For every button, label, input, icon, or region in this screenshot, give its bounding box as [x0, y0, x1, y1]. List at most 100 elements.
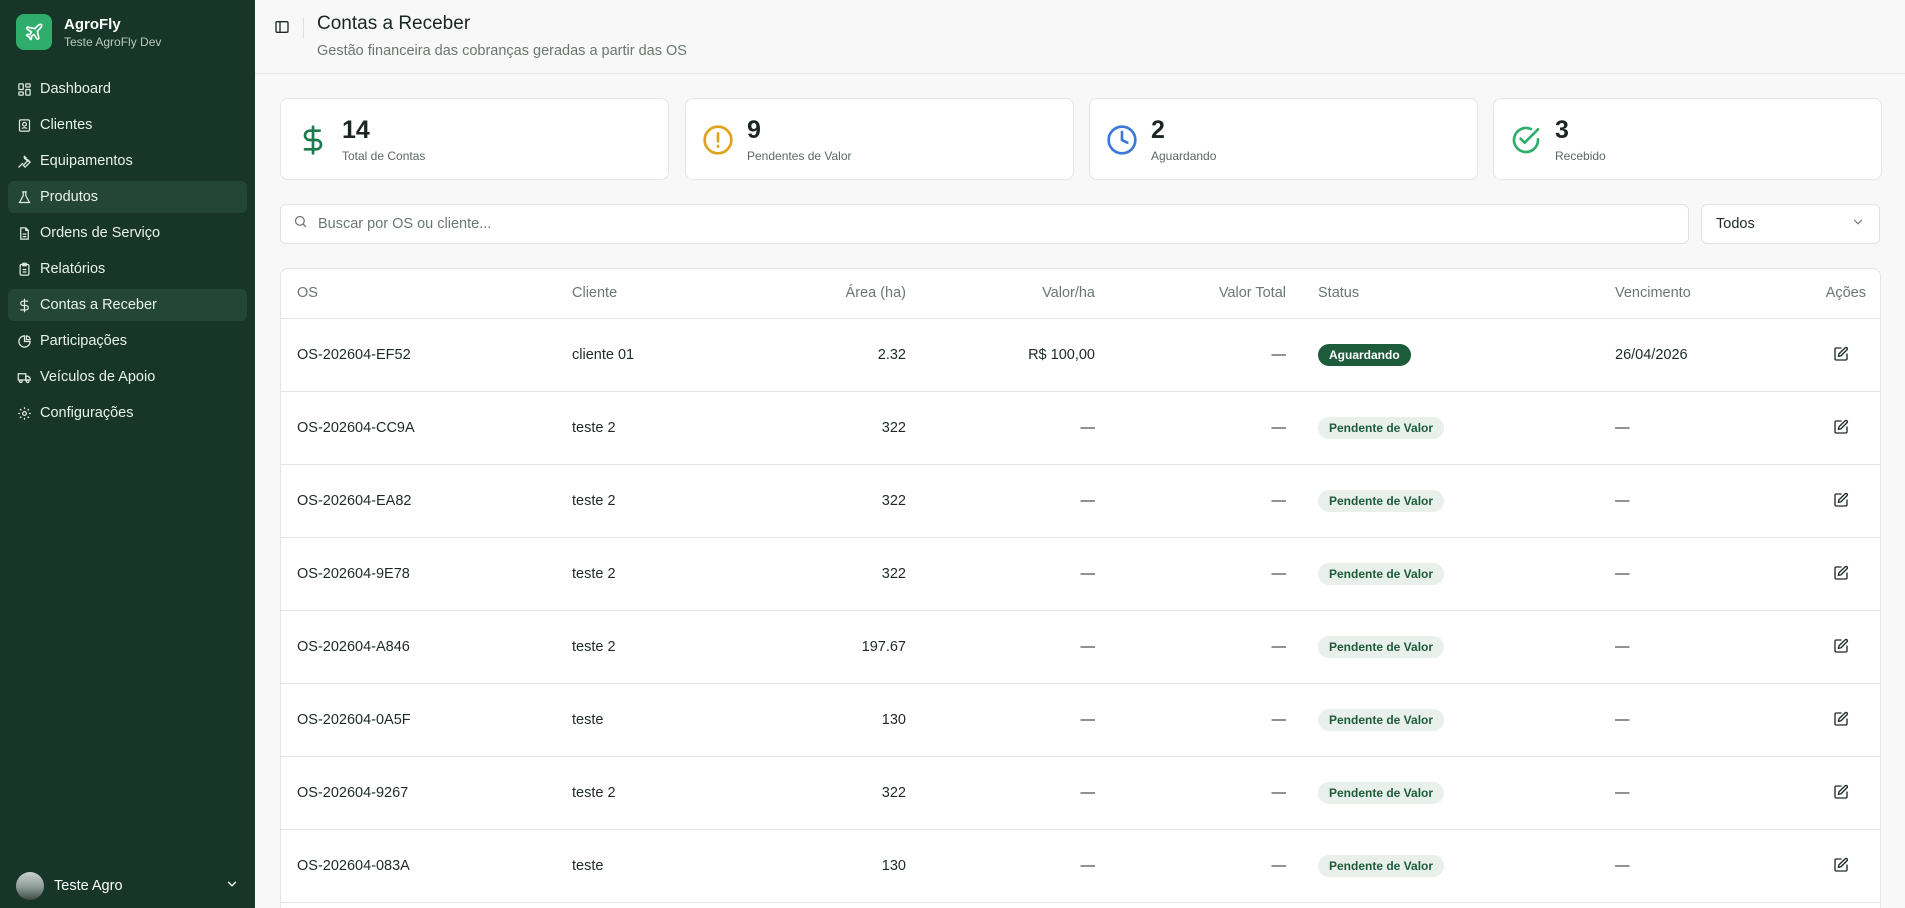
brand[interactable]: AgroFly Teste AgroFly Dev — [0, 0, 255, 64]
cell-status: Pendente de Valor — [1318, 683, 1615, 757]
table-row[interactable]: OS-202604-9E78 teste 2 322— — Pendente de Va… — [281, 537, 1880, 611]
page-header: Contas a Receber Gestão financeira das c… — [255, 0, 1905, 74]
dollar-icon — [297, 124, 329, 156]
cell-area: 2.32 — [765, 318, 906, 392]
col-header-valor-ha[interactable]: Valor/ha — [906, 269, 1095, 319]
status-filter-value: Todos — [1716, 216, 1755, 232]
cell-os: OS-202604-EA82 — [281, 464, 572, 538]
cell-os: OS-202604-083A — [281, 829, 572, 903]
chevron-down-icon — [225, 877, 239, 896]
table-row[interactable]: OS-202604-CC9A teste 2 322— — Pendente de Va… — [281, 391, 1880, 465]
table-row[interactable]: OS-202604-EF52 cliente 01 2.32 R$ 100,00— Ag… — [281, 318, 1880, 392]
sidebar-item-ordens-de-servico[interactable]: Ordens de Serviço — [8, 217, 247, 249]
cell-status: Pendente de Valor — [1318, 756, 1615, 830]
sidebar-item-label: Contas a Receber — [40, 297, 157, 313]
cell-spacer — [1286, 829, 1318, 903]
cell-cliente: teste 2 — [572, 464, 765, 538]
cell-area: 322 — [765, 391, 906, 465]
table-row[interactable]: OS-202604-9267 teste 2 322— — Pendente de Va… — [281, 756, 1880, 830]
col-header-status[interactable]: Status — [1318, 269, 1615, 319]
edit-icon[interactable] — [1830, 635, 1852, 657]
col-header-cliente[interactable]: Cliente — [572, 269, 765, 319]
cell-spacer — [1286, 683, 1318, 757]
sidebar-item-configuracoes[interactable]: Configurações — [8, 397, 247, 429]
cell-area: 322 — [765, 537, 906, 611]
sidebar-item-label: Produtos — [40, 189, 99, 205]
edit-icon[interactable] — [1830, 854, 1852, 876]
chevron-down-icon — [1851, 215, 1865, 233]
col-header-os[interactable]: OS — [281, 269, 572, 319]
search-input[interactable] — [318, 216, 1618, 232]
user-menu[interactable]: Teste Agro — [0, 864, 255, 908]
stat-value: 3 — [1555, 116, 1569, 144]
cell-acoes — [1815, 318, 1880, 392]
sidebar-item-clientes[interactable]: Clientes — [8, 109, 247, 141]
stat-card-pendentes: 9 Pendentes de Valor — [685, 98, 1074, 180]
cell-os: OS-202604-9267 — [281, 756, 572, 830]
stat-label: Recebido — [1555, 149, 1606, 163]
sidebar-item-label: Dashboard — [40, 81, 111, 97]
cell-valor-total: — — [1095, 318, 1286, 392]
sidebar-item-equipamentos[interactable]: Equipamentos — [8, 145, 247, 177]
table-row[interactable]: OS-202604-A846 teste 2 197.67— — Pendente de… — [281, 610, 1880, 684]
sidebar: AgroFly Teste AgroFly Dev Dashboard Clie… — [0, 0, 255, 908]
cell-os: OS-202604-0A5F — [281, 683, 572, 757]
cell-valor-ha: — — [906, 756, 1095, 830]
sidebar-item-participacoes[interactable]: Participações — [8, 325, 247, 357]
edit-icon[interactable] — [1830, 562, 1852, 584]
sidebar-item-relatorios[interactable]: Relatórios — [8, 253, 247, 285]
sidebar-item-contas-a-receber[interactable]: Contas a Receber — [8, 289, 247, 321]
sidebar-toggle-icon[interactable] — [274, 19, 292, 37]
status-filter-select[interactable]: Todos — [1701, 204, 1880, 244]
avatar — [16, 872, 44, 900]
table-row[interactable]: OS-202604-0A5F teste 130— — Pendente de Valo… — [281, 683, 1880, 757]
edit-icon[interactable] — [1830, 708, 1852, 730]
cell-valor-total: — — [1095, 464, 1286, 538]
table-row[interactable]: OS-202604-083A teste 130— — Pendente de Valo… — [281, 829, 1880, 903]
sidebar-item-label: Participações — [40, 333, 128, 349]
check-circle-icon — [1510, 124, 1542, 156]
cell-valor-total: — — [1095, 683, 1286, 757]
sidebar-item-produtos[interactable]: Produtos — [8, 181, 247, 213]
sidebar-item-label: Clientes — [40, 117, 93, 133]
cell-cliente: teste — [572, 829, 765, 903]
stat-card-total: 14 Total de Contas — [280, 98, 669, 180]
edit-icon[interactable] — [1830, 489, 1852, 511]
table-row[interactable]: OS-202604-EA82 teste 2 322— — Pendente de Va… — [281, 464, 1880, 538]
cell-area: 130 — [765, 683, 906, 757]
col-spacer — [1286, 269, 1318, 319]
cell-vencimento: — — [1615, 756, 1815, 830]
cell-valor-total: — — [1095, 610, 1286, 684]
cell-area: 322 — [765, 756, 906, 830]
page-subtitle: Gestão financeira das cobranças geradas … — [317, 43, 687, 59]
cell-cliente: teste 2 — [572, 537, 765, 611]
cell-acoes — [1815, 610, 1880, 684]
cell-valor-total: — — [1095, 537, 1286, 611]
stat-label: Aguardando — [1151, 149, 1217, 163]
cell-valor-ha: — — [906, 683, 1095, 757]
cell-spacer — [1286, 610, 1318, 684]
status-badge: Aguardando — [1318, 343, 1411, 366]
stat-card-aguardando: 2 Aguardando — [1089, 98, 1478, 180]
edit-icon[interactable] — [1830, 343, 1852, 365]
cell-spacer — [1286, 756, 1318, 830]
stat-value: 2 — [1151, 116, 1165, 144]
sidebar-nav: Dashboard Clientes Equipamentos Produtos… — [0, 64, 255, 442]
edit-icon[interactable] — [1830, 416, 1852, 438]
cell-cliente: teste 2 — [572, 756, 765, 830]
sidebar-item-label: Equipamentos — [40, 153, 133, 169]
flask-icon — [16, 189, 32, 205]
cell-valor-ha: — — [906, 464, 1095, 538]
col-header-valor-total[interactable]: Valor Total — [1095, 269, 1286, 319]
edit-icon[interactable] — [1830, 781, 1852, 803]
brand-subtitle: Teste AgroFly Dev — [64, 34, 162, 49]
plane-icon — [16, 14, 52, 50]
sidebar-item-veiculos-de-apoio[interactable]: Veículos de Apoio — [8, 361, 247, 393]
contact-icon — [16, 117, 32, 133]
cell-area: 197.67 — [765, 610, 906, 684]
col-header-vencimento[interactable]: Vencimento — [1615, 269, 1815, 319]
gear-icon — [16, 405, 32, 421]
sidebar-item-dashboard[interactable]: Dashboard — [8, 73, 247, 105]
col-header-area[interactable]: Área (ha) — [765, 269, 906, 319]
grid-icon — [16, 81, 32, 97]
